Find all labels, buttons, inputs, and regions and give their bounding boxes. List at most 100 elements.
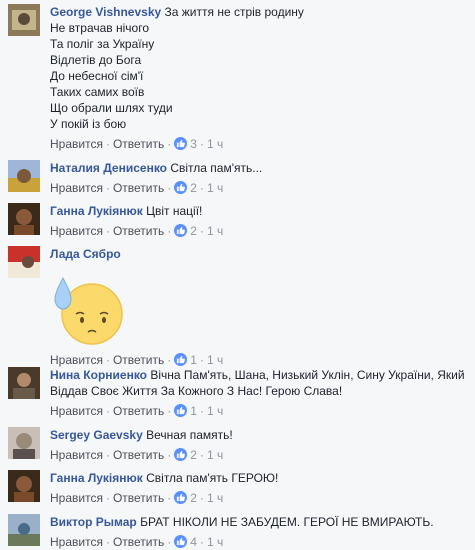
commenter-name[interactable]: Нина Корниенко [50, 368, 147, 382]
timestamp[interactable]: 1 ч [207, 137, 223, 151]
like-link[interactable]: Нравится [50, 137, 103, 151]
comment-line: За життя не стрів родину [164, 5, 304, 19]
avatar[interactable] [8, 514, 40, 546]
comment-text: George Vishnevsky За життя не стрів роди… [50, 4, 467, 132]
like-count[interactable]: 2 [190, 224, 197, 238]
like-link[interactable]: Нравится [50, 491, 103, 505]
reply-link[interactable]: Ответить [113, 404, 164, 418]
like-icon[interactable] [174, 353, 188, 366]
avatar[interactable] [8, 160, 40, 192]
like-icon[interactable] [174, 137, 188, 150]
separator: · [105, 491, 110, 505]
like-count[interactable]: 2 [190, 448, 197, 462]
reply-link[interactable]: Ответить [113, 181, 164, 195]
comment-actions: Нравится · Ответить · 2 · 1 ч [50, 223, 467, 239]
separator: · [105, 224, 110, 238]
separator: · [199, 353, 204, 367]
timestamp[interactable]: 1 ч [207, 404, 223, 418]
reply-link[interactable]: Ответить [113, 137, 164, 151]
separator: · [105, 535, 110, 549]
reply-link[interactable]: Ответить [113, 448, 164, 462]
like-count[interactable]: 2 [190, 181, 197, 195]
timestamp[interactable]: 1 ч [207, 491, 223, 505]
separator: · [199, 404, 204, 418]
separator: · [199, 535, 204, 549]
reply-link[interactable]: Ответить [113, 535, 164, 549]
avatar[interactable] [8, 367, 40, 399]
comment-line: Вічна Пам'ять, Шана, Низький Уклін, Сину… [150, 368, 465, 382]
like-link[interactable]: Нравится [50, 535, 103, 549]
comment-actions: Нравится · Ответить · 4 · 1 ч [50, 534, 467, 550]
commenter-name[interactable]: Ганна Лукіянюк [50, 471, 143, 485]
reply-link[interactable]: Ответить [113, 491, 164, 505]
commenter-name[interactable]: Лада Сябро [50, 247, 121, 261]
like-icon[interactable] [174, 448, 188, 461]
like-link[interactable]: Нравится [50, 353, 103, 367]
comment-actions: Нравится · Ответить · 2 · 1 ч [50, 490, 467, 506]
commenter-name[interactable]: Ганна Лукіянюк [50, 204, 143, 218]
separator: · [105, 353, 110, 367]
timestamp[interactable]: 1 ч [207, 535, 223, 549]
separator: · [105, 137, 110, 151]
comment-line: Віддав Своє Життя За Кожного З Нас! Геро… [50, 384, 343, 398]
separator: · [105, 448, 110, 462]
comment-text: Нина Корниенко Вічна Пам'ять, Шана, Низь… [50, 367, 467, 399]
comment-line: Цвіт нації! [146, 204, 203, 218]
separator: · [167, 448, 172, 462]
comment-text: Ганна Лукіянюк Світла пам'ять ГЕРОЮ! [50, 470, 467, 486]
comment-line: Світла пам'ять ГЕРОЮ! [146, 471, 279, 485]
like-count[interactable]: 2 [190, 491, 197, 505]
timestamp[interactable]: 1 ч [207, 448, 223, 462]
like-icon[interactable] [174, 535, 188, 548]
timestamp[interactable]: 1 ч [207, 181, 223, 195]
commenter-name[interactable]: George Vishnevsky [50, 5, 161, 19]
avatar[interactable] [8, 4, 40, 36]
comment-text: Лада Сябро [50, 246, 467, 262]
like-icon[interactable] [174, 404, 188, 417]
commenter-name[interactable]: Виктор Рымар [50, 515, 137, 529]
like-link[interactable]: Нравится [50, 224, 103, 238]
comment-text: Sergey Gaevsky Вечная память! [50, 427, 467, 443]
like-count[interactable]: 1 [190, 404, 197, 418]
like-count[interactable]: 4 [190, 535, 197, 549]
like-icon[interactable] [174, 491, 188, 504]
avatar[interactable] [8, 246, 40, 278]
comment-line: Що обрали шлях туди [50, 101, 173, 115]
comment-line: БРАТ НІКОЛИ НЕ ЗАБУДЕМ. ГЕРОЇ НЕ ВМИРАЮТ… [140, 515, 434, 529]
like-icon[interactable] [174, 224, 188, 237]
separator: · [199, 224, 204, 238]
avatar[interactable] [8, 427, 40, 459]
comment-actions: Нравится · Ответить · 3 · 1 ч [50, 136, 467, 152]
comment-line: У покій із бою [50, 117, 127, 131]
like-count[interactable]: 1 [190, 353, 197, 367]
comment-actions: Нравится · Ответить · 1 · 1 ч [50, 352, 467, 368]
comment-actions: Нравится · Ответить · 2 · 1 ч [50, 180, 467, 196]
commenter-name[interactable]: Наталия Денисенко [50, 161, 167, 175]
separator: · [199, 448, 204, 462]
sad-emoji-sticker [50, 268, 130, 348]
like-link[interactable]: Нравится [50, 448, 103, 462]
comment-text: Ганна Лукіянюк Цвіт нації! [50, 203, 467, 219]
commenter-name[interactable]: Sergey Gaevsky [50, 428, 143, 442]
avatar[interactable] [8, 203, 40, 235]
like-count[interactable]: 3 [190, 137, 197, 151]
like-icon[interactable] [174, 181, 188, 194]
separator: · [199, 181, 204, 195]
separator: · [199, 491, 204, 505]
separator: · [167, 535, 172, 549]
timestamp[interactable]: 1 ч [207, 224, 223, 238]
separator: · [105, 404, 110, 418]
separator: · [167, 224, 172, 238]
separator: · [167, 181, 172, 195]
like-link[interactable]: Нравится [50, 404, 103, 418]
separator: · [105, 181, 110, 195]
separator: · [199, 137, 204, 151]
comment-actions: Нравится · Ответить · 1 · 1 ч [50, 403, 467, 419]
reply-link[interactable]: Ответить [113, 353, 164, 367]
comment-line: Світла пам'ять... [170, 161, 263, 175]
timestamp[interactable]: 1 ч [207, 353, 223, 367]
separator: · [167, 404, 172, 418]
like-link[interactable]: Нравится [50, 181, 103, 195]
avatar[interactable] [8, 470, 40, 502]
reply-link[interactable]: Ответить [113, 224, 164, 238]
